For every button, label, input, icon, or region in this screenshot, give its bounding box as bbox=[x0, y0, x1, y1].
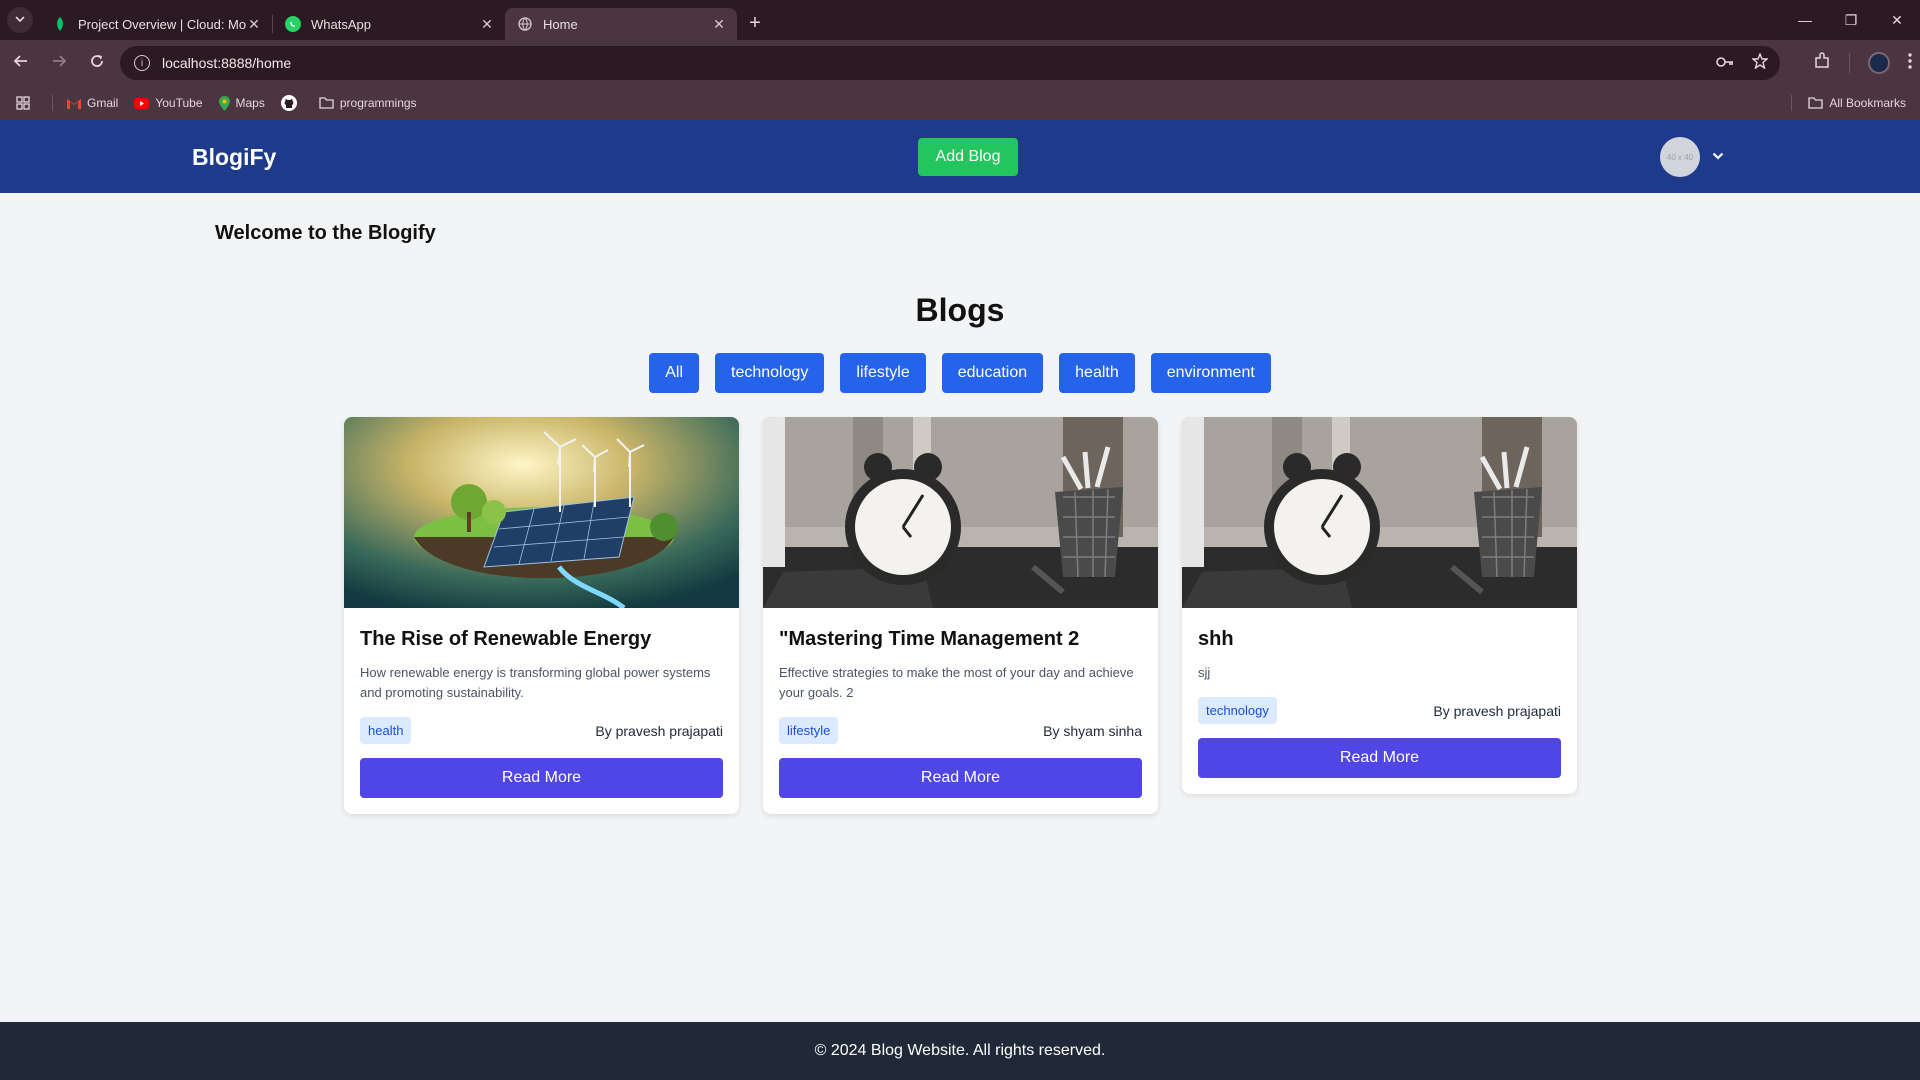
filter-all[interactable]: All bbox=[649, 353, 699, 393]
alarm-clock-image bbox=[1182, 417, 1577, 608]
site-footer: © 2024 Blog Website. All rights reserved… bbox=[0, 1022, 1920, 1080]
welcome-heading: Welcome to the Blogify bbox=[215, 222, 436, 244]
apps-grid-icon[interactable] bbox=[16, 96, 30, 110]
back-button[interactable] bbox=[4, 46, 38, 80]
profile-avatar[interactable] bbox=[1868, 52, 1890, 74]
tab-title: WhatsApp bbox=[311, 16, 371, 32]
all-bookmarks-folder[interactable]: All Bookmarks bbox=[1808, 96, 1906, 110]
bookmark-label: Gmail bbox=[87, 96, 119, 110]
folder-icon bbox=[1808, 97, 1823, 109]
blog-card: "Mastering Time Management 2 Effective s… bbox=[763, 417, 1158, 814]
category-tag: technology bbox=[1198, 697, 1277, 724]
blog-title[interactable]: The Rise of Renewable Energy bbox=[360, 628, 723, 651]
youtube-icon bbox=[134, 97, 150, 109]
kebab-menu-icon[interactable] bbox=[1908, 52, 1912, 74]
forward-button[interactable] bbox=[42, 46, 76, 80]
bookmark-gmail[interactable]: Gmail bbox=[67, 96, 118, 110]
category-tag: health bbox=[360, 717, 412, 744]
reload-icon bbox=[89, 53, 105, 74]
close-window-icon[interactable]: ✕ bbox=[1874, 0, 1920, 40]
filter-technology[interactable]: technology bbox=[715, 353, 825, 393]
blog-author: By pravesh prajapati bbox=[1433, 702, 1561, 719]
blog-title[interactable]: "Mastering Time Management 2 bbox=[779, 628, 1142, 651]
blog-description: sjj bbox=[1198, 665, 1211, 680]
minimize-icon[interactable]: — bbox=[1782, 0, 1828, 40]
leaf-icon bbox=[52, 16, 68, 32]
bookmark-label: programmings bbox=[339, 96, 417, 110]
close-icon[interactable]: ✕ bbox=[479, 16, 495, 33]
arrow-right-icon bbox=[51, 53, 67, 74]
folder-icon bbox=[319, 97, 334, 109]
whatsapp-icon bbox=[285, 16, 301, 32]
extensions-icon[interactable] bbox=[1813, 51, 1831, 75]
reload-button[interactable] bbox=[80, 46, 114, 80]
browser-tab[interactable]: WhatsApp ✕ bbox=[273, 8, 505, 40]
maps-icon bbox=[218, 95, 230, 111]
globe-icon bbox=[517, 16, 533, 32]
url-text: localhost:8888/home bbox=[162, 55, 292, 71]
github-icon bbox=[280, 95, 297, 111]
user-avatar[interactable]: 40 x 40 bbox=[1660, 137, 1700, 177]
new-tab-button[interactable]: + bbox=[737, 7, 773, 39]
copyright-text: © 2024 Blog Website. All rights reserved… bbox=[814, 1042, 1106, 1059]
tab-title: Home bbox=[543, 16, 578, 32]
read-more-button[interactable]: Read More bbox=[1198, 738, 1561, 778]
all-bookmarks-label: All Bookmarks bbox=[1829, 96, 1906, 110]
bookmarks-divider bbox=[52, 95, 53, 111]
read-more-button[interactable]: Read More bbox=[779, 758, 1142, 798]
gmail-icon bbox=[67, 98, 81, 109]
arrow-left-icon bbox=[13, 53, 29, 74]
tab-title: Project Overview | Cloud: Mongo bbox=[78, 16, 246, 32]
bookmark-label: Maps bbox=[235, 96, 265, 110]
alarm-clock-image bbox=[763, 417, 1158, 608]
blog-author: By pravesh prajapati bbox=[595, 722, 723, 739]
star-icon[interactable] bbox=[1751, 52, 1769, 73]
bookmark-github[interactable] bbox=[280, 95, 303, 111]
bookmarks-bar: Gmail YouTube Maps programmings All Book… bbox=[0, 86, 1920, 120]
address-bar[interactable]: i localhost:8888/home bbox=[120, 46, 1780, 80]
renewable-energy-image bbox=[344, 417, 739, 608]
filter-lifestyle[interactable]: lifestyle bbox=[840, 353, 926, 393]
browser-tab[interactable]: Project Overview | Cloud: Mongo ✕ bbox=[40, 8, 272, 40]
bookmark-folder-programmings[interactable]: programmings bbox=[319, 96, 417, 110]
site-logo[interactable]: BlogiFy bbox=[192, 144, 276, 171]
bookmark-youtube[interactable]: YouTube bbox=[134, 96, 203, 110]
password-key-icon[interactable] bbox=[1716, 55, 1734, 72]
chevron-down-icon bbox=[15, 11, 25, 29]
browser-toolbar: i localhost:8888/home bbox=[0, 40, 1920, 86]
restore-icon[interactable]: ❐ bbox=[1828, 0, 1874, 40]
blog-card: shh sjj technology By pravesh prajapati … bbox=[1182, 417, 1577, 794]
filter-health[interactable]: health bbox=[1059, 353, 1135, 393]
site-header: BlogiFy Add Blog 40 x 40 bbox=[0, 120, 1920, 193]
browser-tab-bar: Project Overview | Cloud: Mongo ✕ WhatsA… bbox=[0, 0, 1920, 40]
browser-tab-active[interactable]: Home ✕ bbox=[505, 8, 737, 40]
blog-description: Effective strategies to make the most of… bbox=[779, 665, 1134, 700]
site-info-icon[interactable]: i bbox=[134, 55, 150, 71]
blog-author: By shyam sinha bbox=[1043, 722, 1142, 739]
page-title: Blogs bbox=[915, 292, 1005, 328]
category-filters: All technology lifestyle education healt… bbox=[0, 353, 1920, 393]
window-controls: — ❐ ✕ bbox=[1782, 0, 1920, 40]
filter-education[interactable]: education bbox=[941, 353, 1044, 393]
close-icon[interactable]: ✕ bbox=[711, 16, 727, 33]
blog-card: The Rise of Renewable Energy How renewab… bbox=[344, 417, 739, 814]
bookmark-maps[interactable]: Maps bbox=[218, 95, 265, 111]
chevron-down-icon[interactable] bbox=[1708, 144, 1728, 168]
read-more-button[interactable]: Read More bbox=[360, 758, 723, 798]
category-tag: lifestyle bbox=[779, 717, 839, 744]
blog-card-list: The Rise of Renewable Energy How renewab… bbox=[344, 417, 1577, 814]
toolbar-divider bbox=[1849, 53, 1850, 73]
filter-environment[interactable]: environment bbox=[1150, 353, 1271, 393]
tab-search-button[interactable] bbox=[0, 0, 40, 40]
blog-title[interactable]: shh bbox=[1198, 628, 1561, 651]
bookmarks-divider bbox=[1791, 95, 1793, 111]
bookmark-label: YouTube bbox=[155, 96, 203, 110]
close-icon[interactable]: ✕ bbox=[246, 16, 262, 33]
blog-description: How renewable energy is transforming glo… bbox=[360, 665, 711, 700]
add-blog-button[interactable]: Add Blog bbox=[918, 138, 1018, 176]
